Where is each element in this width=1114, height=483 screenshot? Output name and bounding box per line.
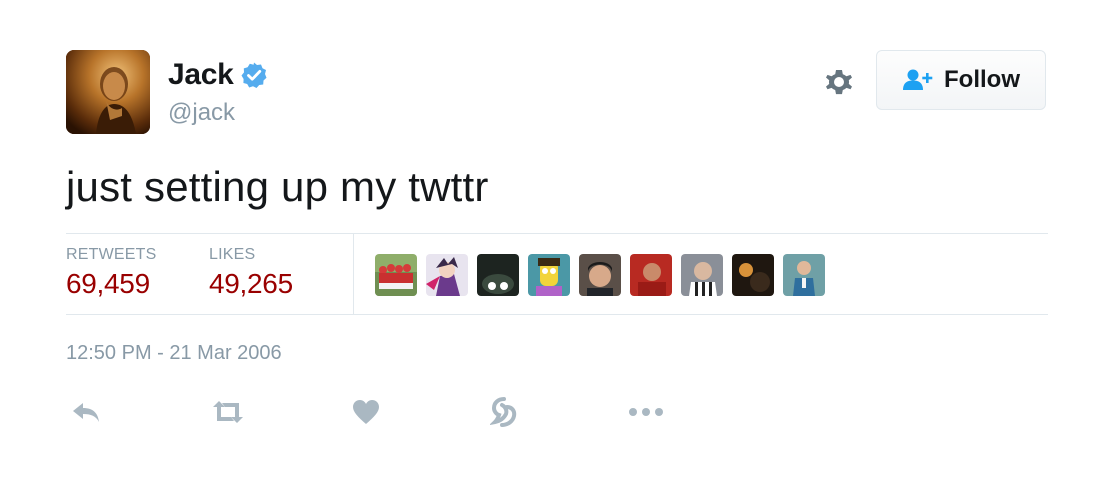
liker-avatar-8[interactable] bbox=[732, 254, 774, 296]
follow-user-icon bbox=[902, 68, 934, 92]
tweet-text: just setting up my twttr bbox=[66, 163, 489, 210]
tweet-timestamp[interactable]: 12:50 PM - 21 Mar 2006 bbox=[66, 342, 282, 365]
liker-avatar-3[interactable] bbox=[477, 254, 519, 296]
liker-avatar-7[interactable] bbox=[681, 254, 723, 296]
tweet-card: Jack @jack Follow just setting up my twt… bbox=[0, 0, 1114, 483]
likes-label: LIKES bbox=[209, 246, 256, 263]
liker-avatar-2[interactable] bbox=[426, 254, 468, 296]
gear-icon[interactable] bbox=[821, 64, 857, 100]
user-avatar[interactable] bbox=[66, 50, 150, 134]
stats-divider-top bbox=[66, 233, 1048, 234]
likes-stat[interactable]: LIKES 49,265 bbox=[209, 246, 293, 300]
user-name-row[interactable]: Jack bbox=[168, 58, 268, 92]
user-handle[interactable]: @jack bbox=[168, 99, 235, 127]
retweet-icon[interactable] bbox=[208, 395, 248, 429]
likers-avatar-list bbox=[375, 254, 834, 296]
liker-avatar-9[interactable] bbox=[783, 254, 825, 296]
verified-badge-icon bbox=[240, 61, 268, 89]
like-icon[interactable] bbox=[346, 395, 386, 429]
follow-button-label: Follow bbox=[944, 66, 1020, 93]
liker-avatar-4[interactable] bbox=[528, 254, 570, 296]
stats-vertical-divider bbox=[353, 234, 354, 314]
moments-icon[interactable] bbox=[484, 395, 524, 429]
display-name[interactable]: Jack bbox=[168, 58, 234, 92]
reply-icon[interactable] bbox=[66, 395, 106, 429]
liker-avatar-5[interactable] bbox=[579, 254, 621, 296]
more-icon[interactable] bbox=[626, 395, 666, 429]
stats-divider-bottom bbox=[66, 314, 1048, 315]
retweets-count: 69,459 bbox=[66, 268, 150, 299]
follow-button[interactable]: Follow bbox=[876, 50, 1046, 110]
retweets-label: RETWEETS bbox=[66, 246, 157, 263]
retweets-stat[interactable]: RETWEETS 69,459 bbox=[66, 246, 157, 300]
liker-avatar-1[interactable] bbox=[375, 254, 417, 296]
liker-avatar-6[interactable] bbox=[630, 254, 672, 296]
likes-count: 49,265 bbox=[209, 268, 293, 299]
